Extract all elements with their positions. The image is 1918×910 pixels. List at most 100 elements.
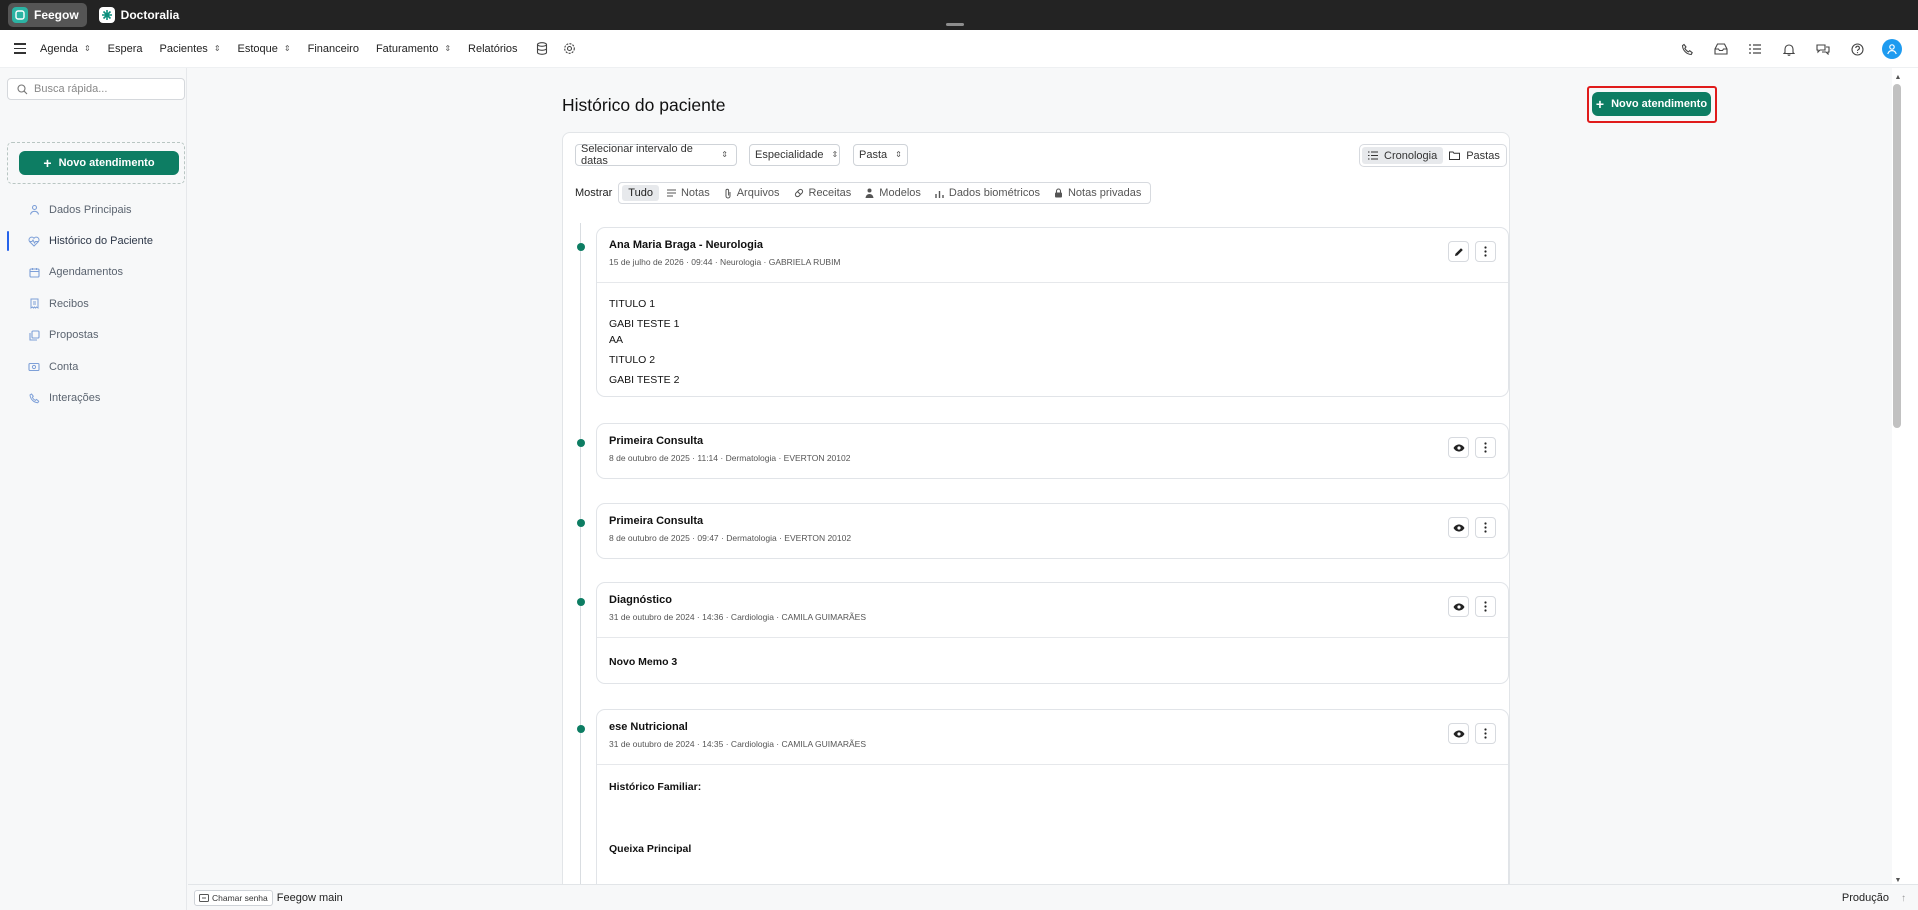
- help-icon[interactable]: [1848, 40, 1866, 58]
- filter-prescriptions[interactable]: Receitas: [788, 185, 858, 201]
- more-options-button[interactable]: [1475, 596, 1496, 617]
- chevron-updown-icon: ⇕: [213, 43, 221, 53]
- filter-all[interactable]: Tudo: [622, 185, 659, 201]
- chevron-updown-icon: ⇕: [444, 43, 452, 53]
- sidebar-item-agendamentos[interactable]: Agendamentos: [0, 257, 187, 288]
- sidebar-item-label: Conta: [49, 360, 79, 373]
- record-title: Primeira Consulta: [609, 515, 704, 527]
- more-vertical-icon: [1484, 442, 1487, 453]
- filter-biometrics[interactable]: Dados biométricos: [929, 185, 1046, 201]
- edit-button[interactable]: [1448, 241, 1469, 262]
- plus-icon: +: [1595, 96, 1605, 112]
- record-card: Diagnóstico 31 de outubro de 2024 · 14:3…: [596, 582, 1509, 684]
- app-tab-feegow[interactable]: Feegow: [8, 3, 87, 27]
- nav-relatorios[interactable]: Relatórios: [468, 43, 518, 55]
- record-header: Ana Maria Braga - Neurologia 15 de julho…: [597, 228, 1508, 282]
- arrow-up-icon[interactable]: ↑: [1901, 893, 1906, 904]
- bell-icon[interactable]: [1780, 40, 1798, 58]
- sidebar-item-conta[interactable]: Conta: [0, 351, 187, 382]
- folder-select[interactable]: Pasta ⇕: [853, 144, 908, 166]
- record-meta: 31 de outubro de 2024 · 14:36 · Cardiolo…: [609, 612, 867, 622]
- record-meta: 8 de outubro de 2025 · 09:47 · Dermatolo…: [609, 533, 852, 543]
- filter-notes[interactable]: Notas: [661, 185, 716, 201]
- record-body: Novo Memo 3: [597, 637, 1508, 680]
- inbox-icon[interactable]: [1712, 40, 1730, 58]
- hamburger-menu-icon[interactable]: [14, 43, 26, 54]
- call-ticket-button[interactable]: Chamar senha: [194, 889, 273, 906]
- record-title: Diagnóstico: [609, 594, 672, 606]
- tasks-icon[interactable]: [1746, 40, 1764, 58]
- view-button[interactable]: [1448, 517, 1469, 538]
- filter-group: Tudo Notas Arquivos Receitas Modelos Dad…: [618, 182, 1152, 204]
- date-range-select[interactable]: Selecionar intervalo de datas ⇕: [575, 143, 737, 167]
- filter-label: Receitas: [808, 187, 852, 199]
- view-chronology-button[interactable]: Cronologia: [1362, 147, 1444, 164]
- toggle-label: Cronologia: [1384, 149, 1438, 162]
- view-button[interactable]: [1448, 596, 1469, 617]
- scrollbar-thumb[interactable]: [1893, 84, 1901, 428]
- sidebar-item-label: Interações: [49, 392, 101, 405]
- content-type-filter: Mostrar Tudo Notas Arquivos Receitas Mod…: [575, 182, 1152, 204]
- filter-private-notes[interactable]: Notas privadas: [1048, 185, 1147, 201]
- pill-icon: [794, 188, 803, 198]
- nav-label: Estoque: [237, 42, 278, 55]
- more-options-button[interactable]: [1475, 517, 1496, 538]
- more-options-button[interactable]: [1475, 723, 1496, 744]
- record-header: ese Nutricional 31 de outubro de 2024 · …: [597, 710, 1508, 764]
- record-meta: 31 de outubro de 2024 · 14:35 · Cardiolo…: [609, 739, 867, 749]
- phone-icon[interactable]: [1678, 40, 1696, 58]
- timeline-dot: [577, 725, 585, 733]
- navbar-actions: [1678, 30, 1902, 68]
- toggle-label: Pastas: [1466, 149, 1500, 162]
- sidebar-item-recibos[interactable]: Recibos: [0, 288, 187, 319]
- money-icon: [28, 361, 40, 373]
- user-avatar[interactable]: [1882, 39, 1902, 59]
- view-button[interactable]: [1448, 723, 1469, 744]
- timeline-line: [580, 223, 581, 891]
- sidebar-item-propostas[interactable]: Propostas: [0, 320, 187, 351]
- show-label: Mostrar: [575, 187, 613, 199]
- chat-icon[interactable]: [1814, 40, 1832, 58]
- notes-icon: [666, 189, 676, 197]
- nav-estoque[interactable]: Estoque ⇕: [238, 43, 291, 55]
- more-options-button[interactable]: [1475, 437, 1496, 458]
- record-meta: 8 de outubro de 2025 · 11:14 · Dermatolo…: [609, 453, 851, 463]
- status-right: Produção ↑: [1842, 885, 1906, 910]
- sidebar-item-dados-principais[interactable]: Dados Principais: [0, 194, 187, 225]
- record-meta: 15 de julho de 2026 · 09:44 · Neurologia…: [609, 257, 841, 267]
- record-title: Ana Maria Braga - Neurologia: [609, 239, 764, 251]
- sidebar-item-historico-do-paciente[interactable]: Histórico do Paciente: [0, 225, 187, 256]
- timeline-dot: [577, 439, 585, 447]
- new-appointment-button[interactable]: + Novo atendimento: [1592, 92, 1711, 116]
- view-toggle: Cronologia Pastas: [1359, 144, 1507, 167]
- new-appointment-button[interactable]: + Novo atendimento: [19, 151, 179, 175]
- nav-agenda[interactable]: Agenda ⇕: [40, 43, 91, 55]
- filter-files[interactable]: Arquivos: [718, 185, 786, 201]
- quick-search-input[interactable]: Busca rápida...: [7, 78, 185, 100]
- record-title: Primeira Consulta: [609, 435, 704, 447]
- filter-templates[interactable]: Modelos: [859, 185, 927, 201]
- record-header: Primeira Consulta 8 de outubro de 2025 ·…: [597, 504, 1508, 558]
- sidebar-item-label: Dados Principais: [49, 203, 132, 216]
- select-label: Selecionar intervalo de datas: [581, 143, 693, 167]
- specialty-select[interactable]: Especialidade ⇕: [749, 144, 840, 166]
- view-button[interactable]: [1448, 437, 1469, 458]
- calendar-icon: [28, 266, 40, 278]
- nav-espera[interactable]: Espera: [108, 43, 143, 55]
- view-folders-button[interactable]: Pastas: [1443, 147, 1506, 164]
- bar-chart-icon: [935, 190, 944, 198]
- chevron-updown-icon: ⇕: [831, 150, 839, 159]
- nav-faturamento[interactable]: Faturamento ⇕: [376, 43, 451, 55]
- app-tab-doctoralia[interactable]: Doctoralia: [95, 3, 188, 27]
- more-options-button[interactable]: [1475, 241, 1496, 262]
- nav-financeiro[interactable]: Financeiro: [308, 43, 359, 55]
- sidebar-item-interacoes[interactable]: Interações: [0, 382, 187, 413]
- list-icon: [1368, 151, 1378, 160]
- drag-handle[interactable]: [946, 23, 964, 26]
- scroll-up-icon[interactable]: ▲: [1893, 72, 1903, 82]
- timeline-dot: [577, 519, 585, 527]
- nav-pacientes[interactable]: Pacientes ⇕: [160, 43, 221, 55]
- database-icon[interactable]: [535, 42, 549, 56]
- sidebar-item-label: Agendamentos: [49, 266, 123, 279]
- gear-icon[interactable]: [563, 42, 577, 56]
